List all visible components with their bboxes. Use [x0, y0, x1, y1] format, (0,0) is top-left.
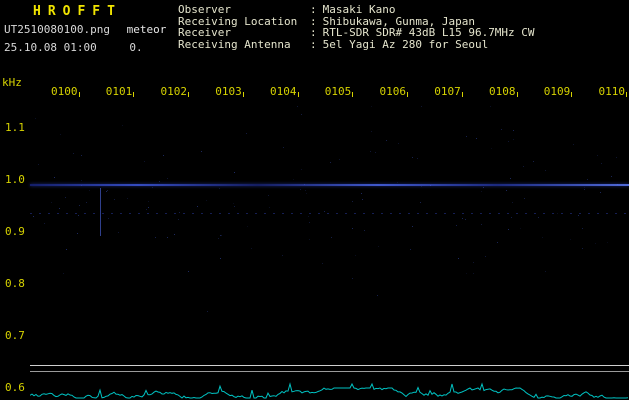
carrier-line: [30, 184, 629, 186]
noise-trace: [30, 382, 629, 399]
time-tick: 0107: [434, 85, 463, 99]
tick-mark: [78, 92, 80, 97]
time-tick-label: 0104: [270, 85, 297, 98]
freq-tick-label: 1.1: [5, 121, 25, 134]
tick-mark: [242, 92, 244, 97]
tick-mark: [352, 92, 354, 97]
time-tick-label: 0110: [598, 85, 626, 98]
info-row-observer: Observer : Masaki Kano: [178, 4, 535, 16]
freq-tick-label: 1.0: [5, 173, 25, 186]
time-tick: 0109: [544, 85, 573, 99]
tick-mark: [133, 92, 135, 97]
hrofft-output: HROFFT UT2510080100.png meteor 25.10.08 …: [0, 0, 629, 400]
time-tick: 0102: [160, 85, 189, 99]
station-info: Observer : Masaki Kano Receiving Locatio…: [178, 4, 535, 50]
spectrogram-area: [30, 100, 629, 400]
y-axis-unit-label: kHz: [2, 76, 22, 89]
info-value: Masaki Kano: [322, 3, 396, 16]
time-tick-label: 0100: [51, 85, 78, 98]
output-filename: UT2510080100.png: [4, 23, 110, 36]
time-tick-label: 0108: [489, 85, 516, 98]
subcarrier-line: [30, 213, 629, 214]
time-tick: 0106: [379, 85, 408, 99]
time-line: 25.10.08 01:00 0.: [4, 41, 143, 54]
time-tick-label: 0101: [105, 85, 133, 98]
info-label: Receiver: [178, 26, 231, 39]
tick-mark: [626, 92, 627, 97]
info-value: RTL-SDR SDR# 43dB L15 96.7MHz CW: [322, 26, 535, 39]
info-label: Receiving Antenna: [178, 37, 291, 51]
antenna-name: meteor: [126, 23, 167, 36]
echo-streak: [100, 188, 101, 236]
time-tick-label: 0106: [379, 85, 407, 98]
time-tick-label: 0107: [434, 85, 461, 98]
info-separator: :: [310, 37, 317, 51]
file-line: UT2510080100.png meteor: [4, 23, 166, 36]
time-tick: 0108: [489, 85, 518, 99]
time-axis: 0100 0101 0102 0103 0104 0105 0106 0107 …: [31, 85, 627, 99]
time-tick: 0103: [215, 85, 244, 99]
time-tick-label: 0103: [215, 85, 242, 98]
spectrogram-speckles: [0, 0, 1, 1]
tick-mark: [188, 92, 189, 97]
time-tick-label: 0109: [543, 85, 571, 98]
info-separator: :: [310, 26, 317, 39]
time-tick: 0105: [325, 85, 354, 99]
observation-timestamp: 25.10.08 01:00: [4, 41, 97, 54]
tick-mark: [571, 92, 573, 97]
info-label: Observer: [178, 3, 231, 16]
echo-count: 0.: [129, 41, 143, 54]
freq-tick-label: 0.7: [5, 329, 25, 342]
freq-tick-label: 0.8: [5, 277, 25, 290]
tick-mark: [407, 92, 408, 97]
level-gridline-upper: [30, 365, 629, 366]
noise-trace-line: [30, 382, 629, 399]
info-row-receiver: Receiver : RTL-SDR SDR# 43dB L15 96.7MHz…: [178, 27, 535, 39]
tick-mark: [297, 92, 299, 97]
time-tick-label: 0102: [160, 85, 188, 98]
freq-tick-label: 0.9: [5, 225, 25, 238]
tick-mark: [461, 92, 463, 97]
info-row-antenna: Receiving Antenna : 5el Yagi Az 280 for …: [178, 37, 535, 51]
time-tick: 0110: [598, 85, 627, 99]
time-tick: 0100: [51, 85, 80, 99]
info-value: 5el Yagi Az 280 for Seoul: [322, 37, 489, 51]
time-tick-label: 0105: [324, 85, 352, 98]
tick-mark: [516, 92, 518, 97]
info-separator: :: [310, 3, 317, 16]
app-title: HROFFT: [33, 4, 122, 19]
freq-tick-label: 0.6: [5, 381, 25, 394]
time-tick: 0101: [106, 85, 135, 99]
time-tick: 0104: [270, 85, 299, 99]
level-gridline-lower: [30, 371, 629, 372]
